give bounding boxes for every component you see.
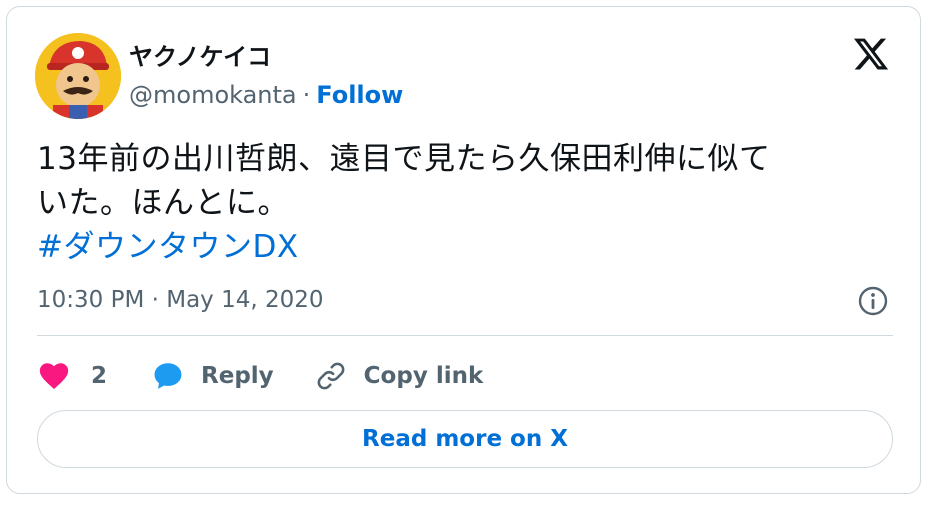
speech-bubble-icon (151, 359, 185, 393)
heart-icon (37, 359, 71, 393)
tweet-text-line: いた。ほんとに。 (37, 185, 289, 221)
like-count: 2 (91, 363, 108, 389)
user-handle[interactable]: @momokanta (129, 81, 297, 109)
divider (37, 335, 893, 336)
display-name[interactable]: ヤクノケイコ (129, 37, 271, 72)
hashtag-link[interactable]: #ダウンタウンDX (37, 225, 897, 269)
embedded-tweet-card: ヤクノケイコ @momokanta · Follow 13年前の出川哲朗、遠目で見た… (6, 6, 921, 494)
follow-link[interactable]: Follow (316, 81, 403, 109)
handle-row: @momokanta · Follow (129, 81, 403, 109)
link-icon (314, 359, 348, 393)
tweet-text: 13年前の出川哲朗、遠目で見たら久保田利伸に似て いた。ほんとに。 #ダウンタウ… (37, 137, 897, 269)
tweet-text-line: 13年前の出川哲朗、遠目で見たら久保田利伸に似て (37, 141, 771, 177)
reply-label: Reply (201, 363, 274, 389)
separator-dot: · (302, 81, 311, 109)
copy-link-button[interactable]: Copy link (314, 359, 484, 393)
tweet-timestamp[interactable]: 10:30 PM · May 14, 2020 (37, 287, 324, 313)
read-more-label: Read more on X (362, 426, 568, 452)
info-icon[interactable] (857, 285, 889, 317)
action-bar: 2 Reply Copy link (37, 353, 483, 399)
like-button[interactable]: 2 (37, 359, 107, 393)
read-more-button[interactable]: Read more on X (37, 410, 893, 468)
x-logo-icon[interactable] (852, 35, 890, 73)
avatar-illustration (35, 33, 121, 119)
copy-link-label: Copy link (363, 363, 484, 389)
reply-button[interactable]: Reply (151, 359, 274, 393)
avatar[interactable] (35, 33, 121, 119)
